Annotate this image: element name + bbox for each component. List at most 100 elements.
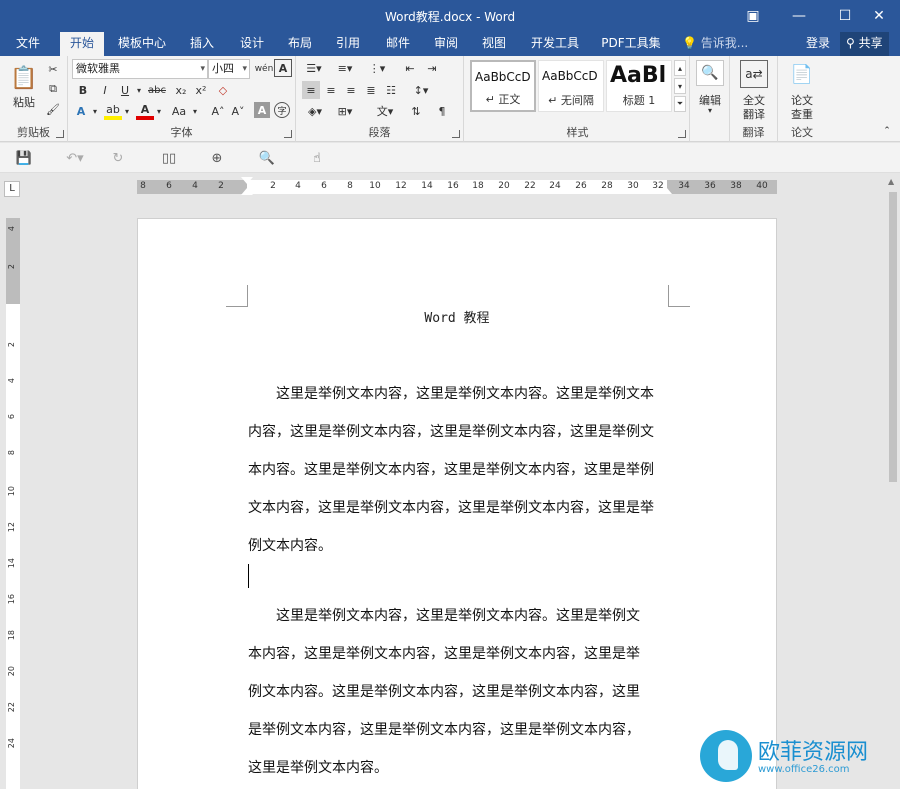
clear-format-icon[interactable]: ◇ <box>214 81 232 99</box>
tab-home[interactable]: 开始 <box>60 32 104 56</box>
shrink-font-button[interactable]: A˅ <box>228 102 248 120</box>
phonetic-guide-icon[interactable]: wén <box>254 59 274 79</box>
tab-references[interactable]: 引用 <box>328 32 368 56</box>
justify-icon[interactable]: ≣ <box>362 81 380 99</box>
increase-indent-icon[interactable]: ⇥ <box>422 59 442 77</box>
first-line-indent-marker[interactable] <box>241 177 253 185</box>
enclose-char-button[interactable]: 字 <box>274 102 290 118</box>
hanging-indent-marker[interactable] <box>241 188 253 195</box>
underline-button[interactable]: U <box>116 81 134 99</box>
translate-line2[interactable]: 翻译 <box>730 106 778 122</box>
save-icon[interactable]: 💾 <box>14 148 34 168</box>
italic-button[interactable]: I <box>96 81 114 99</box>
show-marks-icon[interactable]: ¶ <box>432 102 452 120</box>
tab-review[interactable]: 审阅 <box>426 32 466 56</box>
chevron-down-icon[interactable]: ▾ <box>122 102 132 120</box>
close-button[interactable]: ✕ <box>856 0 900 32</box>
styles-scroll-up-icon[interactable]: ▴ <box>674 60 686 76</box>
style-heading-1[interactable]: AaBl 标题 1 <box>606 60 672 112</box>
strikethrough-button[interactable]: abc <box>146 81 168 99</box>
font-size-combo[interactable]: 小四 ▾ <box>208 59 250 79</box>
styles-launcher-icon[interactable] <box>678 130 686 138</box>
horizontal-ruler[interactable]: 8 6 4 2 2 4 6 8 10 12 14 16 18 20 22 24 … <box>137 177 777 195</box>
vertical-ruler[interactable]: 4 2 2 4 6 8 10 12 14 16 18 20 22 24 <box>6 218 20 789</box>
scroll-up-icon[interactable]: ▲ <box>888 177 894 186</box>
print-preview-icon[interactable]: 🔍 <box>256 148 278 168</box>
shading-icon[interactable]: ◈▾ <box>302 102 328 120</box>
superscript-button[interactable]: x² <box>192 81 210 99</box>
paragraph-1[interactable]: 这里是举例文本内容，这里是举例文本内容。这里是举例文本 内容，这里是举例文本内容… <box>248 384 654 574</box>
paper-check-icon[interactable]: 📄 <box>788 60 816 88</box>
multilevel-list-icon[interactable]: ⋮▾ <box>364 59 390 77</box>
decrease-indent-icon[interactable]: ⇤ <box>400 59 420 77</box>
line-spacing-icon[interactable]: ↕▾ <box>408 81 434 99</box>
style-no-spacing[interactable]: AaBbCcD ↵ 无间隔 <box>538 60 604 112</box>
tab-design[interactable]: 设计 <box>232 32 272 56</box>
asian-layout-icon[interactable]: 文▾ <box>372 102 398 120</box>
sort-icon[interactable]: ⇅ <box>406 102 426 120</box>
cut-icon[interactable]: ✂ <box>44 60 62 78</box>
styles-more-icon[interactable]: ⏷ <box>674 96 686 112</box>
copy-icon[interactable]: ⧉ <box>44 80 62 98</box>
tab-insert[interactable]: 插入 <box>182 32 222 56</box>
undo-icon[interactable]: ↶▾ <box>60 148 90 168</box>
chevron-down-icon[interactable]: ▾ <box>190 102 200 120</box>
font-name-combo[interactable]: 微软雅黑 ▾ <box>72 59 208 79</box>
minimize-button[interactable]: — <box>776 0 822 32</box>
tab-templates[interactable]: 模板中心 <box>112 32 172 56</box>
paste-label[interactable]: 粘贴 <box>6 94 42 110</box>
bullets-icon[interactable]: ☰▾ <box>302 59 326 77</box>
tab-developer[interactable]: 开发工具 <box>524 32 586 56</box>
align-right-icon[interactable]: ≡ <box>342 81 360 99</box>
chevron-down-icon[interactable]: ▾ <box>154 102 164 120</box>
tab-selector[interactable]: L <box>4 181 20 197</box>
char-shading-button[interactable]: A <box>254 102 270 118</box>
paste-icon[interactable]: 📋 <box>8 62 40 94</box>
font-launcher-icon[interactable] <box>284 130 292 138</box>
paper-line2[interactable]: 查重 <box>778 106 826 122</box>
web-layout-icon[interactable]: ⊕ <box>206 148 228 168</box>
bold-button[interactable]: B <box>74 81 92 99</box>
change-case-button[interactable]: Aa <box>168 102 190 120</box>
touch-mode-icon[interactable]: ☝ <box>306 148 328 168</box>
vertical-scrollbar[interactable]: ▲ <box>886 174 900 789</box>
tab-layout[interactable]: 布局 <box>280 32 320 56</box>
right-indent-marker[interactable] <box>662 188 672 194</box>
translate-icon[interactable]: a⇄ <box>740 60 768 88</box>
find-icon[interactable]: 🔍 <box>696 60 724 86</box>
ribbon-display-icon[interactable]: ▣ <box>730 0 776 32</box>
share-button[interactable]: ⚲ 共享 <box>840 32 889 56</box>
collapse-ribbon-icon[interactable]: ⌃ <box>880 124 894 138</box>
highlight-button[interactable]: ab <box>104 102 122 120</box>
login-link[interactable]: 登录 <box>806 32 830 56</box>
borders-icon[interactable]: ⊞▾ <box>332 102 358 120</box>
grow-font-button[interactable]: A˄ <box>208 102 228 120</box>
text-line: 这里是举例文本内容。 <box>248 760 388 776</box>
subscript-button[interactable]: x₂ <box>172 81 190 99</box>
font-color-button[interactable]: A <box>136 102 154 120</box>
clipboard-launcher-icon[interactable] <box>56 130 64 138</box>
scrollbar-thumb[interactable] <box>889 192 897 482</box>
document-page[interactable]: Word 教程 这里是举例文本内容，这里是举例文本内容。这里是举例文本 内容，这… <box>137 218 777 789</box>
numbering-icon[interactable]: ≡▾ <box>332 59 358 77</box>
chevron-down-icon[interactable]: ▾ <box>90 102 100 120</box>
align-left-icon[interactable]: ≡ <box>302 81 320 99</box>
distributed-icon[interactable]: ☷ <box>382 81 400 99</box>
char-border-icon[interactable]: A <box>274 59 292 77</box>
format-painter-icon[interactable]: 🖌 <box>44 100 62 118</box>
align-center-icon[interactable]: ≡ <box>322 81 340 99</box>
paragraph-launcher-icon[interactable] <box>452 130 460 138</box>
paragraph-2[interactable]: 这里是举例文本内容，这里是举例文本内容。这里是举例文 本内容，这里是举例文本内容… <box>248 606 640 789</box>
tab-pdf-tools[interactable]: PDF工具集 <box>596 32 666 56</box>
document-title[interactable]: Word 教程 <box>138 307 776 326</box>
tab-mailings[interactable]: 邮件 <box>378 32 418 56</box>
redo-icon[interactable]: ↻ <box>108 148 128 168</box>
text-effect-button[interactable]: A <box>72 102 90 120</box>
read-mode-icon[interactable]: ▯▯ <box>158 148 180 168</box>
styles-scroll-down-icon[interactable]: ▾ <box>674 78 686 94</box>
style-normal[interactable]: AaBbCcD ↵ 正文 <box>470 60 536 112</box>
tell-me-search[interactable]: 💡 告诉我... <box>682 32 748 56</box>
tab-view[interactable]: 视图 <box>474 32 514 56</box>
chevron-down-icon[interactable]: ▾ <box>134 81 144 99</box>
tab-file[interactable]: 文件 <box>6 32 50 56</box>
